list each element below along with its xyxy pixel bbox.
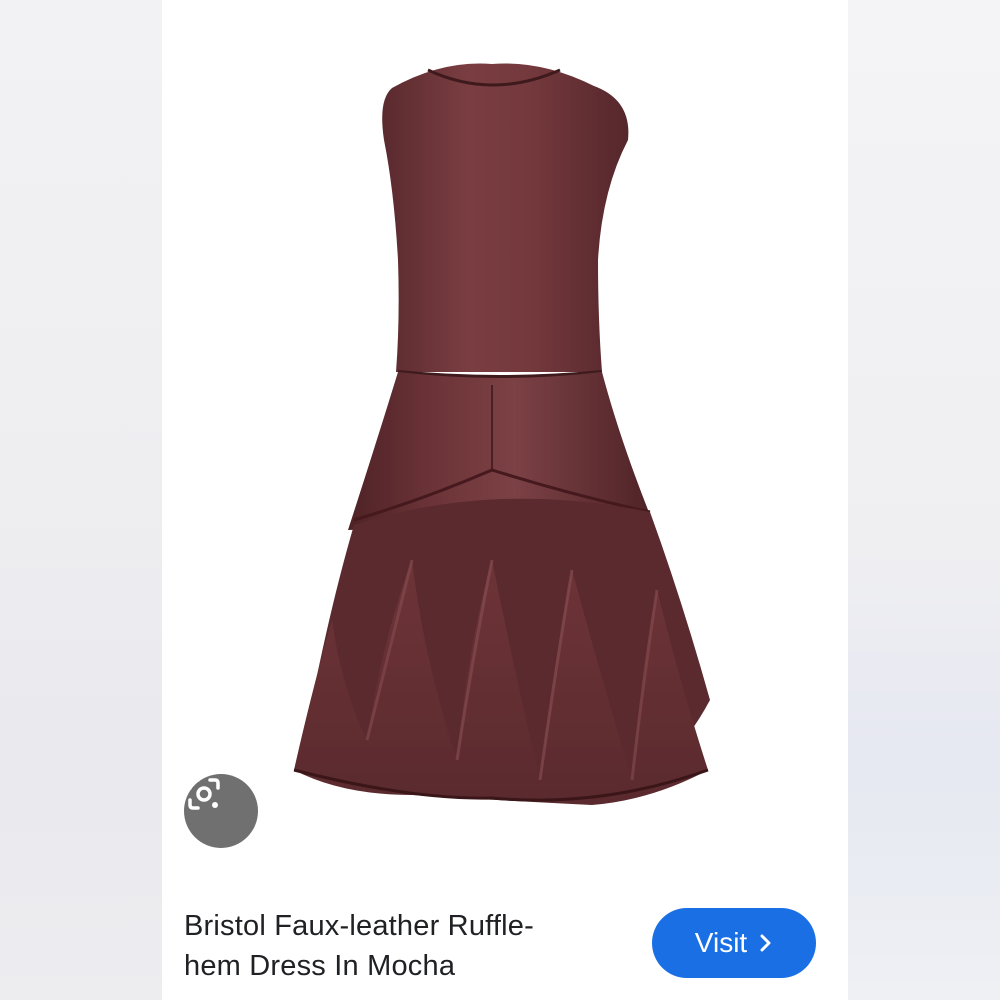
product-title-line-2: hem Dress In Mocha: [184, 950, 456, 982]
product-image[interactable]: [162, 0, 848, 880]
visit-button-label: Visit: [694, 927, 748, 958]
screen: Bristol Faux-leather Ruffle- hem Dress I…: [0, 0, 1000, 1000]
product-title[interactable]: Bristol Faux-leather Ruffle- hem Dress I…: [184, 906, 604, 986]
google-lens-button[interactable]: [184, 774, 258, 848]
left-blurred-backdrop: [0, 0, 162, 1000]
product-info-bar: Bristol Faux-leather Ruffle- hem Dress I…: [162, 880, 848, 1000]
product-title-line-1: Bristol Faux-leather Ruffle-: [184, 910, 534, 942]
chevron-right-icon: [759, 933, 773, 953]
visit-button[interactable]: Visit: [652, 908, 816, 978]
product-card: Bristol Faux-leather Ruffle- hem Dress I…: [162, 0, 848, 1000]
right-blurred-backdrop: [848, 0, 1000, 1000]
dress-illustration: [293, 63, 710, 805]
